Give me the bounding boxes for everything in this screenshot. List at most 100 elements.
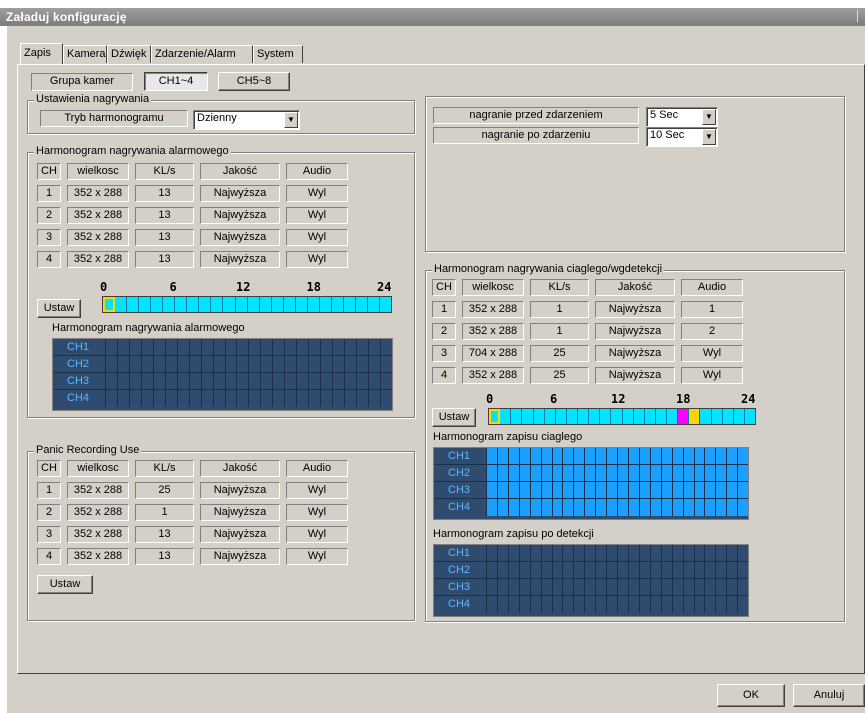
alarm-hour-slot[interactable]	[223, 297, 236, 312]
chevron-down-icon[interactable]: ▼	[702, 129, 716, 145]
detection-grid-slot[interactable]	[693, 545, 705, 561]
alarm-grid-slot[interactable]	[308, 390, 320, 407]
continuous-grid-slot[interactable]	[726, 448, 738, 464]
alarm-set-button[interactable]: Ustaw	[37, 299, 81, 318]
continuous-set-button[interactable]: Ustaw	[432, 408, 476, 427]
continuous-hour-slot[interactable]	[734, 409, 745, 424]
continuous-grid-slot[interactable]	[486, 499, 497, 516]
continuous-grid-slot[interactable]	[660, 465, 672, 481]
detection-grid-slot[interactable]	[496, 562, 508, 578]
continuous-grid-slot[interactable]	[693, 465, 705, 481]
detection-grid-slot[interactable]	[573, 579, 584, 595]
alarm-grid-slot[interactable]	[176, 356, 189, 372]
continuous-grid-slot[interactable]	[507, 482, 519, 498]
continuous-grid-slot[interactable]	[617, 482, 628, 498]
continuous-grid-slot[interactable]	[660, 499, 672, 516]
detection-grid-slot[interactable]	[627, 596, 639, 613]
detection-grid-slot[interactable]	[726, 545, 737, 561]
continuous-grid-slot[interactable]	[638, 499, 650, 516]
continuous-hour-slot[interactable]	[500, 409, 512, 424]
alarm-grid-slot[interactable]	[308, 339, 320, 355]
tab-zdarzenie-alarm[interactable]: Zdarzenie/Alarm	[151, 45, 253, 63]
alarm-hour-slot[interactable]	[284, 297, 296, 312]
detection-grid-slot[interactable]	[693, 562, 705, 578]
alarm-hour-slot[interactable]	[356, 297, 369, 312]
continuous-hour-slot[interactable]	[611, 409, 623, 424]
alarm-grid-slot[interactable]	[105, 339, 117, 355]
continuous-grid-slot[interactable]	[595, 465, 607, 481]
continuous-grid-slot[interactable]	[595, 499, 607, 516]
continuous-grid-slot[interactable]	[638, 465, 650, 481]
detection-grid-slot[interactable]	[660, 596, 672, 613]
detection-grid-slot[interactable]	[682, 562, 694, 578]
detection-grid-slot[interactable]	[562, 596, 573, 613]
detection-grid-slot[interactable]	[584, 562, 595, 578]
detection-grid-slot[interactable]	[649, 596, 661, 613]
alarm-grid-slot[interactable]	[332, 390, 344, 407]
continuous-grid-slot[interactable]	[595, 482, 607, 498]
camera-group-ch5-8-button[interactable]: CH5~8	[218, 72, 290, 91]
alarm-grid-slot[interactable]	[248, 339, 260, 355]
continuous-grid-slot[interactable]	[573, 465, 585, 481]
alarm-grid-slot[interactable]	[272, 373, 284, 389]
alarm-grid-slot[interactable]	[260, 356, 272, 372]
detection-grid-slot[interactable]	[496, 596, 508, 613]
detection-grid-slot[interactable]	[638, 596, 650, 613]
continuous-grid-slot[interactable]	[496, 499, 508, 516]
continuous-grid-slot[interactable]	[529, 499, 541, 516]
detection-grid-slot[interactable]	[486, 596, 497, 613]
alarm-grid-slot[interactable]	[224, 390, 237, 407]
alarm-grid-slot[interactable]	[320, 373, 332, 389]
tab-system[interactable]: System	[253, 45, 303, 63]
alarm-grid-slot[interactable]	[152, 339, 165, 355]
continuous-grid-slot[interactable]	[649, 465, 661, 481]
alarm-grid-slot[interactable]	[176, 339, 189, 355]
continuous-grid-slot[interactable]	[649, 448, 661, 464]
continuous-grid-slot[interactable]	[573, 448, 585, 464]
continuous-hour-slot[interactable]	[522, 409, 534, 424]
alarm-grid-slot[interactable]	[308, 356, 320, 372]
alarm-grid-slot[interactable]	[332, 373, 344, 389]
alarm-hour-slot[interactable]	[260, 297, 272, 312]
detection-grid-slot[interactable]	[649, 579, 661, 595]
continuous-hour-slot[interactable]	[678, 409, 690, 424]
alarm-grid-slot[interactable]	[224, 356, 237, 372]
alarm-grid-slot[interactable]	[344, 373, 356, 389]
detection-grid-slot[interactable]	[540, 562, 552, 578]
alarm-grid-slot[interactable]	[128, 373, 141, 389]
alarm-hour-slot[interactable]	[187, 297, 200, 312]
alarm-hour-slot[interactable]	[103, 297, 116, 312]
detection-grid-slot[interactable]	[551, 545, 563, 561]
continuous-hour-slot[interactable]	[667, 409, 679, 424]
detection-grid-slot[interactable]	[606, 596, 617, 613]
detection-grid-slot[interactable]	[573, 545, 584, 561]
alarm-grid-slot[interactable]	[296, 373, 308, 389]
detection-grid-slot[interactable]	[715, 545, 726, 561]
alarm-hour-slot[interactable]	[175, 297, 188, 312]
tab-kamera[interactable]: Kamera	[63, 45, 107, 63]
continuous-hour-slot[interactable]	[634, 409, 645, 424]
alarm-hour-slot[interactable]	[236, 297, 248, 312]
schedule-mode-select[interactable]: Dzienny ▼	[193, 110, 300, 130]
continuous-grid-slot[interactable]	[573, 482, 585, 498]
alarm-grid-slot[interactable]	[105, 373, 117, 389]
alarm-hour-slot[interactable]	[344, 297, 356, 312]
detection-grid-slot[interactable]	[584, 596, 595, 613]
detection-grid-slot[interactable]	[595, 562, 606, 578]
continuous-grid-slot[interactable]	[562, 465, 574, 481]
continuous-grid-slot[interactable]	[562, 482, 574, 498]
detection-grid-slot[interactable]	[595, 596, 606, 613]
continuous-grid-slot[interactable]	[638, 448, 650, 464]
alarm-hour-slot[interactable]	[320, 297, 332, 312]
alarm-grid-slot[interactable]	[367, 390, 380, 407]
detection-grid-slot[interactable]	[562, 579, 573, 595]
alarm-grid-slot[interactable]	[212, 339, 225, 355]
detection-grid-slot[interactable]	[671, 562, 683, 578]
alarm-grid-slot[interactable]	[200, 390, 213, 407]
tab-zapis[interactable]: Zapis	[20, 43, 63, 64]
continuous-grid-slot[interactable]	[682, 482, 694, 498]
detection-grid-slot[interactable]	[704, 545, 715, 561]
detection-grid-slot[interactable]	[660, 545, 672, 561]
continuous-grid-slot[interactable]	[606, 499, 618, 516]
alarm-grid-slot[interactable]	[344, 390, 356, 407]
